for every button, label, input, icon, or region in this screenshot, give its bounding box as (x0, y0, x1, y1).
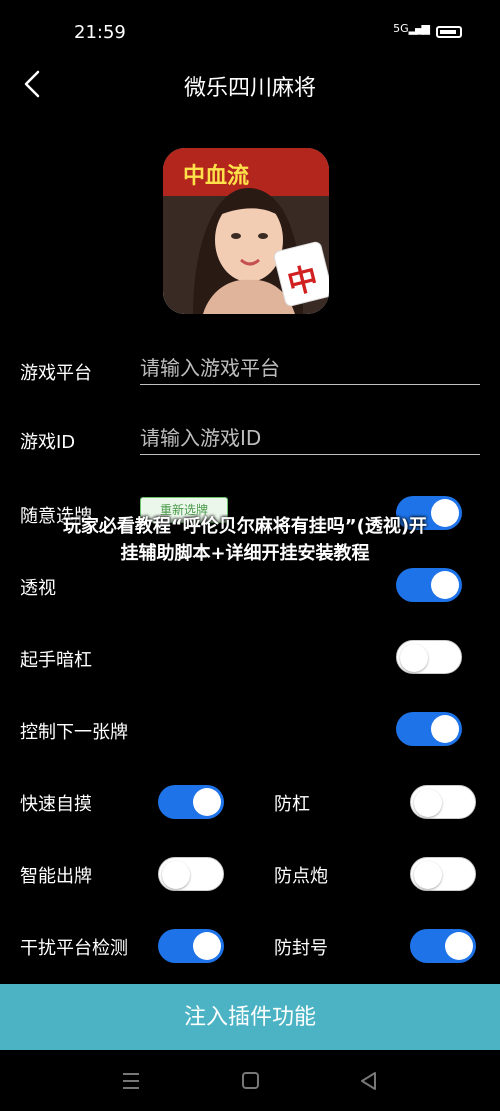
nav-back-icon[interactable] (353, 1066, 385, 1096)
avatar-banner-text: 中血流 (183, 164, 250, 189)
control-next-toggle[interactable] (396, 712, 462, 746)
platform-input[interactable] (140, 352, 480, 384)
game-avatar: 中血流 中 (163, 148, 329, 314)
toggle-knob (445, 932, 473, 960)
toggle-knob (193, 788, 221, 816)
toggle-knob (400, 644, 428, 672)
anti-kong-label: 防杠 (274, 794, 310, 815)
page-title: 微乐四川麻将 (183, 76, 316, 101)
nav-menu-icon[interactable] (115, 1066, 147, 1096)
toggle-knob (414, 789, 442, 817)
anti-ban-label: 防封号 (274, 938, 328, 959)
toggle-knob (414, 861, 442, 889)
status-bar: 21:59 5G▂▄▆ (0, 0, 500, 60)
control-next-label: 控制下一张牌 (20, 722, 128, 743)
platform-label: 游戏平台 (20, 363, 92, 384)
anti-cannon-label: 防点炮 (274, 866, 328, 887)
quick-self-draw-toggle[interactable] (158, 785, 224, 819)
toggle-knob (193, 932, 221, 960)
smart-discard-toggle[interactable] (158, 857, 224, 891)
anti-ban-toggle[interactable] (410, 929, 476, 963)
toggle-knob (431, 499, 459, 527)
signal-icon: 5G▂▄▆ (393, 22, 430, 35)
overlay-caption: 玩家必看教程“呼伦贝尔麻将有挂吗”(透视)开挂辅助脚本+详细开挂安装教程 (62, 516, 428, 564)
platform-input-wrap (140, 352, 480, 385)
game-id-input-wrap (140, 422, 480, 455)
signal-text: 5G (393, 22, 409, 35)
game-id-input[interactable] (140, 422, 480, 454)
game-id-label: 游戏ID (20, 432, 76, 453)
opening-kong-toggle[interactable] (396, 640, 462, 674)
toggle-knob (431, 715, 459, 743)
anti-cannon-toggle[interactable] (410, 857, 476, 891)
interfere-detect-label: 干扰平台检测 (20, 938, 128, 959)
status-time: 21:59 (74, 22, 126, 43)
toggle-knob (431, 571, 459, 599)
quick-self-draw-label: 快速自摸 (20, 794, 92, 815)
toggle-knob (162, 861, 190, 889)
nav-home-icon[interactable] (234, 1066, 266, 1096)
smart-discard-label: 智能出牌 (20, 866, 92, 887)
opening-kong-label: 起手暗杠 (20, 650, 92, 671)
inject-plugin-button[interactable]: 注入插件功能 (0, 984, 500, 1050)
anti-kong-toggle[interactable] (410, 785, 476, 819)
interfere-detect-toggle[interactable] (158, 929, 224, 963)
xray-label: 透视 (20, 578, 56, 599)
xray-toggle[interactable] (396, 568, 462, 602)
battery-icon (436, 26, 462, 38)
